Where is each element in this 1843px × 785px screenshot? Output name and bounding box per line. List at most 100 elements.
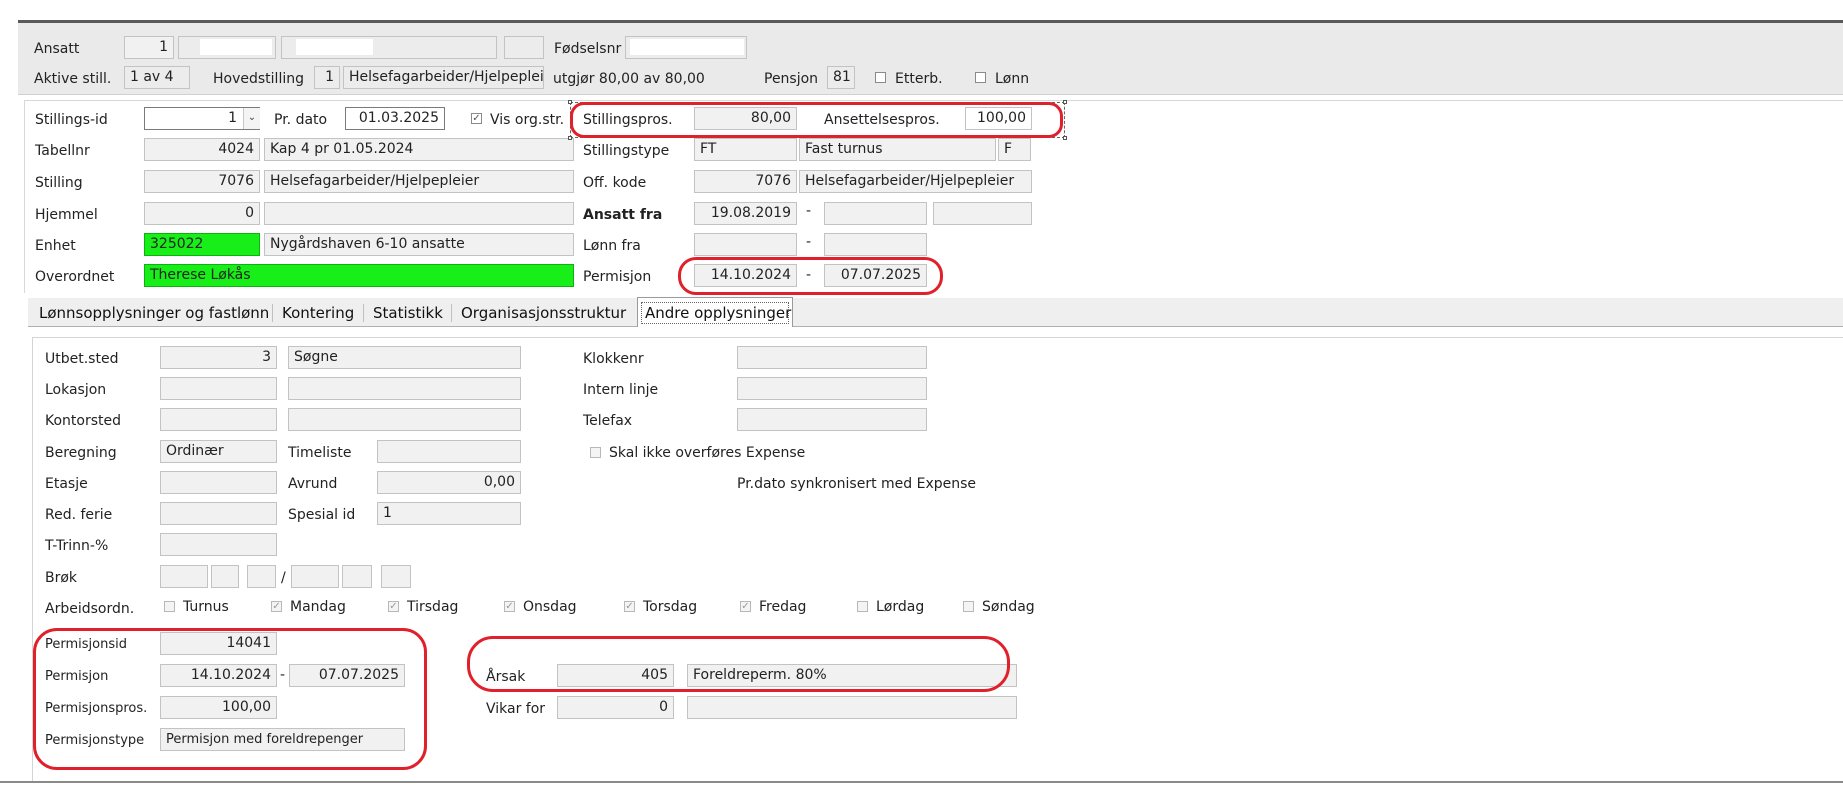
redaction-block bbox=[200, 39, 272, 55]
etterb-label: Etterb. bbox=[895, 71, 943, 87]
red-ferie-field[interactable] bbox=[160, 502, 277, 525]
spesial-id-field[interactable]: 1 bbox=[377, 502, 521, 525]
annotation-circle-permisjon-top bbox=[678, 257, 943, 295]
enhet-label: Enhet bbox=[35, 238, 76, 254]
brok-field-5[interactable] bbox=[342, 565, 372, 588]
vis-org-checkbox[interactable]: ✓ bbox=[471, 113, 482, 124]
brok-field-3[interactable] bbox=[247, 565, 276, 588]
resize-handle bbox=[1063, 136, 1067, 140]
tab-separator bbox=[272, 304, 273, 322]
stillingstype-code-field[interactable]: FT bbox=[694, 138, 797, 161]
ansatt-fra-dash: - bbox=[806, 203, 812, 219]
tabellnr-label: Tabellnr bbox=[35, 143, 90, 159]
lonn-checkbox[interactable] bbox=[975, 72, 986, 83]
day-checkbox-turnus[interactable] bbox=[164, 601, 175, 612]
klokkenr-label: Klokkenr bbox=[583, 351, 644, 367]
ansatt-til-field[interactable] bbox=[824, 202, 927, 225]
t-trinn-label: T-Trinn-% bbox=[45, 538, 109, 554]
annotation-circle-permisjon-details bbox=[33, 628, 427, 770]
tab-focus-outline bbox=[641, 302, 789, 324]
pr-dato-field[interactable]: 01.03.2025 bbox=[345, 107, 445, 130]
redaction-block bbox=[630, 39, 744, 55]
tab-statistikk[interactable]: Statistikk bbox=[369, 301, 447, 326]
brok-field-1[interactable] bbox=[160, 565, 208, 588]
ansatt-extra-field[interactable] bbox=[933, 202, 1032, 225]
off-kode-label: Off. kode bbox=[583, 175, 647, 191]
timeliste-label: Timeliste bbox=[288, 445, 352, 461]
tabellnr-field[interactable]: 4024 bbox=[144, 138, 260, 161]
day-checkbox-mandag[interactable]: ✓ bbox=[271, 601, 282, 612]
hovedstilling-name-field[interactable]: Helsefagarbeider/Hjelpepleier bbox=[343, 66, 544, 89]
etasje-field[interactable] bbox=[160, 471, 277, 494]
arbeidsordn-label: Arbeidsordn. bbox=[45, 601, 135, 617]
tab-separator bbox=[363, 304, 364, 322]
annotation-circle-arsak bbox=[467, 636, 1010, 692]
etterb-checkbox[interactable] bbox=[875, 72, 886, 83]
skal-ikke-checkbox[interactable] bbox=[590, 447, 601, 458]
kontorsted-field[interactable] bbox=[160, 408, 277, 431]
hjemmel-desc-field bbox=[264, 202, 574, 225]
stilling-field[interactable]: 7076 bbox=[144, 170, 260, 193]
lokasjon-field[interactable] bbox=[160, 377, 277, 400]
enhet-desc-field: Nygårdshaven 6-10 ansatte bbox=[264, 233, 574, 256]
etasje-label: Etasje bbox=[45, 476, 88, 492]
brok-label: Brøk bbox=[45, 570, 78, 586]
day-checkbox-onsdag[interactable]: ✓ bbox=[504, 601, 515, 612]
lokasjon-desc-field bbox=[288, 377, 521, 400]
lonn-til-field[interactable] bbox=[824, 233, 927, 256]
telefax-field[interactable] bbox=[737, 408, 927, 431]
brok-field-2[interactable] bbox=[211, 565, 239, 588]
beregning-label: Beregning bbox=[45, 445, 117, 461]
pensjon-field[interactable]: 81 bbox=[827, 66, 855, 89]
day-label-sondag: Søndag bbox=[982, 599, 1035, 615]
enhet-field[interactable]: 325022 bbox=[144, 233, 260, 256]
day-checkbox-sondag[interactable] bbox=[963, 601, 974, 612]
brok-field-6[interactable] bbox=[381, 565, 411, 588]
beregning-field[interactable]: Ordinær bbox=[160, 440, 277, 463]
avrund-field[interactable]: 0,00 bbox=[377, 471, 521, 494]
brok-field-4[interactable] bbox=[291, 565, 339, 588]
day-label-mandag: Mandag bbox=[290, 599, 346, 615]
lonn-fra-field[interactable] bbox=[694, 233, 797, 256]
chevron-down-icon[interactable]: ⌄ bbox=[243, 108, 260, 129]
aktive-still-field[interactable]: 1 av 4 bbox=[124, 66, 190, 89]
overordnet-label: Overordnet bbox=[35, 269, 115, 285]
day-label-fredag: Fredag bbox=[759, 599, 807, 615]
klokkenr-field[interactable] bbox=[737, 346, 927, 369]
red-ferie-label: Red. ferie bbox=[45, 507, 113, 523]
ansatt-extra-field[interactable] bbox=[504, 36, 544, 59]
stillingstype-desc-field: Fast turnus bbox=[799, 138, 996, 161]
overordnet-field[interactable]: Therese Løkås bbox=[144, 264, 574, 287]
timeliste-field[interactable] bbox=[377, 440, 521, 463]
ansatt-number-field[interactable]: 1 bbox=[124, 36, 174, 59]
vikar-for-label: Vikar for bbox=[486, 701, 546, 717]
tabellnr-desc-field: Kap 4 pr 01.05.2024 bbox=[264, 138, 574, 161]
hovedstilling-number-field[interactable]: 1 bbox=[314, 66, 340, 89]
day-checkbox-fredag[interactable]: ✓ bbox=[740, 601, 751, 612]
pr-dato-sync-text: Pr.dato synkronisert med Expense bbox=[737, 476, 977, 492]
day-label-lordag: Lørdag bbox=[876, 599, 925, 615]
annotation-circle-stillingspros bbox=[570, 102, 1063, 138]
tab-lonnsopplysninger[interactable]: Lønnsopplysninger og fastlønn bbox=[35, 301, 273, 326]
tab-organisasjonsstruktur[interactable]: Organisasjonsstruktur bbox=[457, 301, 630, 326]
stillings-id-label: Stillings-id bbox=[35, 112, 108, 128]
off-kode-field[interactable]: 7076 bbox=[694, 170, 797, 193]
vikar-for-field[interactable]: 0 bbox=[557, 696, 674, 719]
pensjon-label: Pensjon bbox=[764, 71, 819, 87]
hjemmel-field[interactable]: 0 bbox=[144, 202, 260, 225]
ansatt-fra-field[interactable]: 19.08.2019 bbox=[694, 202, 797, 225]
kontorsted-desc-field bbox=[288, 408, 521, 431]
day-checkbox-lordag[interactable] bbox=[857, 601, 868, 612]
day-checkbox-tirsdag[interactable]: ✓ bbox=[388, 601, 399, 612]
vikar-for-desc-field bbox=[687, 696, 1017, 719]
intern-linje-field[interactable] bbox=[737, 377, 927, 400]
t-trinn-field[interactable] bbox=[160, 533, 277, 556]
tab-kontering[interactable]: Kontering bbox=[278, 301, 358, 326]
utbet-sted-field[interactable]: 3 bbox=[160, 346, 277, 369]
redaction-block bbox=[296, 39, 373, 55]
stilling-label: Stilling bbox=[35, 175, 83, 191]
day-checkbox-torsdag[interactable]: ✓ bbox=[624, 601, 635, 612]
skal-ikke-label: Skal ikke overføres Expense bbox=[609, 445, 806, 461]
day-label-onsdag: Onsdag bbox=[523, 599, 577, 615]
off-kode-desc-field: Helsefagarbeider/Hjelpepleier bbox=[799, 170, 1032, 193]
